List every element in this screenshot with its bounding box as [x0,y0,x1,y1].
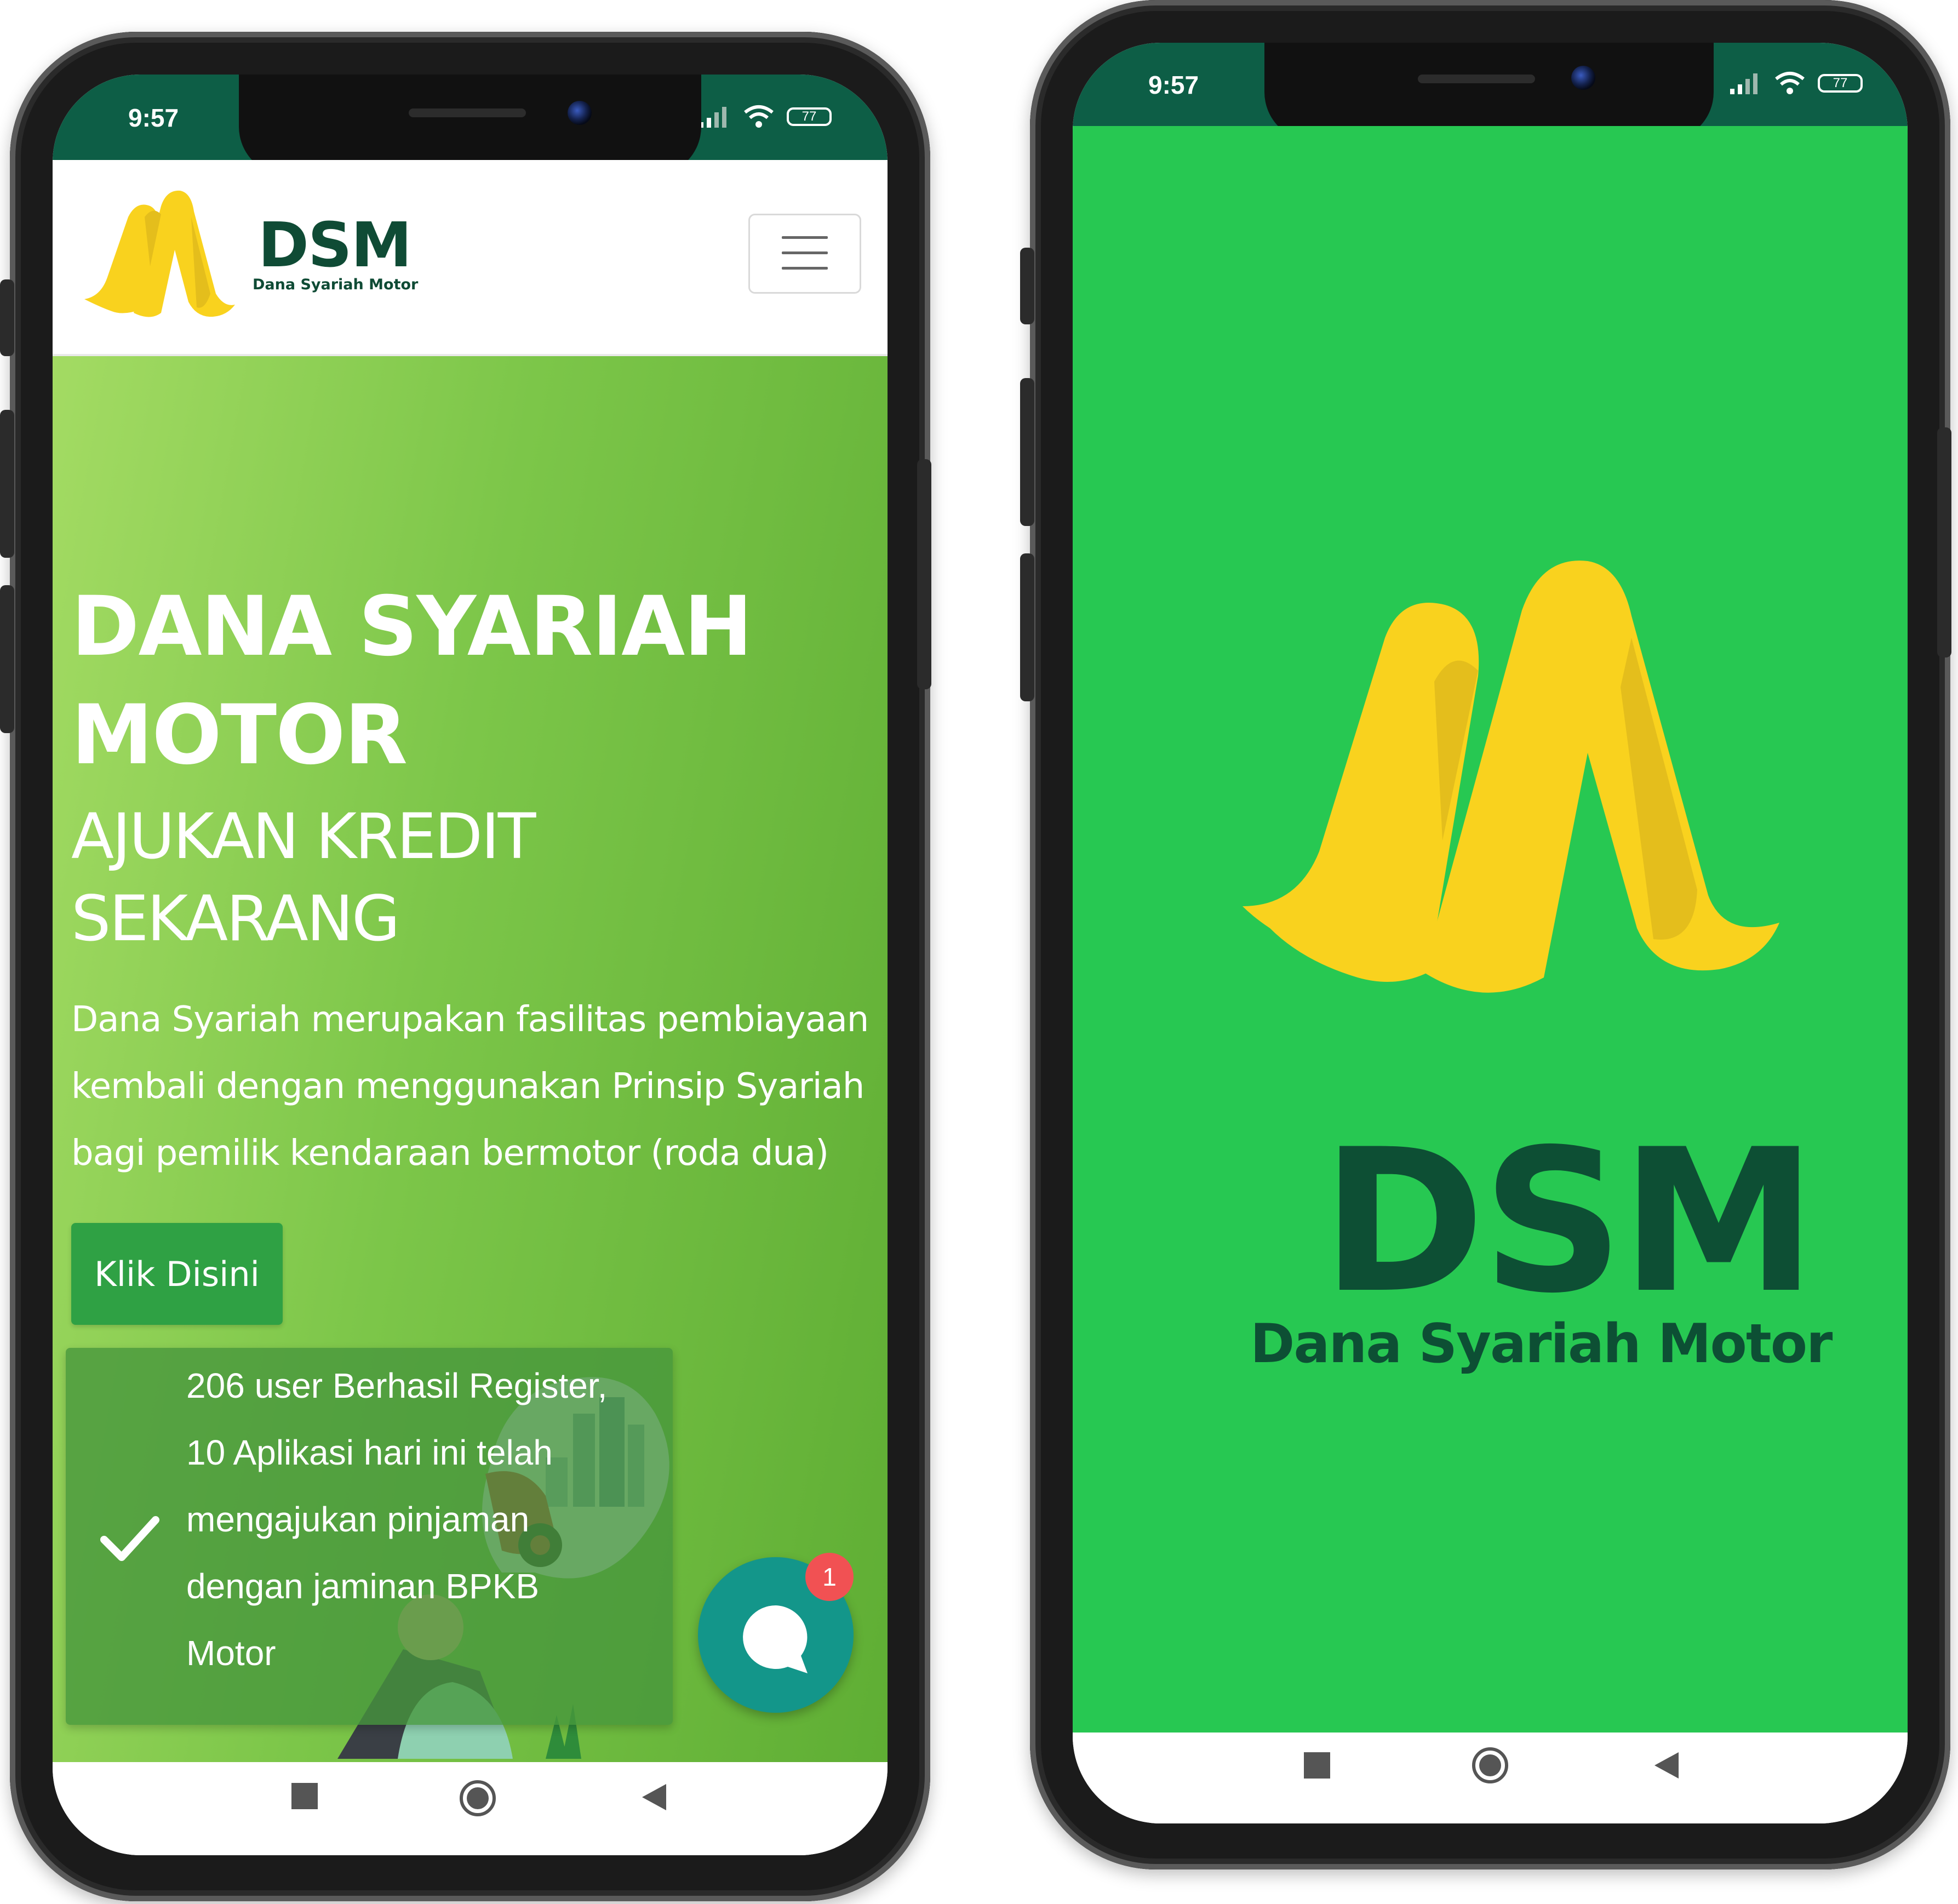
klik-disini-button[interactable]: Klik Disini [71,1223,283,1325]
hero-subtitle-line1: AJUKAN KREDIT [71,800,536,873]
chat-badge: 1 [805,1553,854,1601]
menu-icon-line [782,267,828,270]
menu-icon-line [782,251,828,254]
hamburger-menu-button[interactable] [748,214,861,294]
side-button-1 [0,279,14,356]
side-button-2 [1020,378,1034,526]
recent-apps-button[interactable] [291,1783,318,1809]
side-button-3 [1020,553,1034,701]
toast-line1: 206 user Berhasil Register, [186,1366,608,1405]
chat-button[interactable]: 1 [698,1553,854,1713]
power-button [1937,427,1951,657]
left-screen: 9:57 77 DSM Dana Syariah Motor DANA SYAR… [53,75,888,1855]
splash-subtitle: Dana Syariah Motor [1250,1313,1833,1375]
status-time: 9:57 [1148,71,1199,99]
signal-icon [1730,73,1757,94]
hero-title-line1: DANA SYARIAH [71,579,753,674]
left-phone: 9:57 77 DSM Dana Syariah Motor DANA SYAR… [0,32,931,1901]
chat-bubble-icon [743,1605,808,1673]
hero-desc-line2: kembali dengan menggunakan Prinsip Syari… [71,1066,865,1107]
hero-desc-line3: bagi pemilik kendaraan bermotor (roda du… [71,1133,829,1174]
home-button[interactable] [458,1779,497,1818]
toast-line4: dengan jaminan BPKB [186,1566,539,1606]
wifi-icon [744,105,774,128]
side-button-3 [0,585,14,733]
check-icon [100,1516,159,1561]
registration-toast: 206 user Berhasil Register, 10 Aplikasi … [66,1348,673,1725]
battery-icon: 77 [787,107,832,126]
signal-icon [699,107,726,128]
splash-title: DSM [1321,1107,1817,1336]
brand-subtitle: Dana Syariah Motor [253,276,419,293]
hero-subtitle-line2: SEKARANG [71,882,400,955]
wifi-icon [1775,72,1805,94]
android-nav-bar [53,1762,888,1855]
hero-desc-line1: Dana Syariah merupakan fasilitas pembiay… [71,999,869,1040]
brand-title: DSM [258,210,412,281]
right-phone: 9:57 77 DSM Dana Syariah Motor [1020,0,1951,1869]
side-button-2 [0,410,14,558]
speaker [1418,75,1535,83]
android-nav-bar [1073,1733,1908,1823]
right-screen: 9:57 77 DSM Dana Syariah Motor [1073,43,1908,1823]
back-button[interactable] [640,1782,668,1812]
splash-screen: DSM Dana Syariah Motor [1073,126,1908,1733]
site-header: DSM Dana Syariah Motor [53,160,888,356]
dsm-logo-icon [1243,561,1779,993]
back-button[interactable] [1652,1750,1681,1781]
power-button [917,459,931,689]
hero-section: DANA SYARIAH MOTOR AJUKAN KREDIT SEKARAN… [53,356,888,1762]
menu-icon [782,236,828,239]
recent-apps-button[interactable] [1304,1752,1330,1779]
home-button[interactable] [1470,1746,1510,1785]
hero-title-line2: MOTOR [71,688,408,783]
status-icons: 77 [1729,71,1863,95]
side-button-1 [1020,248,1034,324]
status-icons: 77 [698,105,832,129]
front-camera [568,101,592,125]
front-camera [1571,66,1595,90]
battery-icon: 77 [1818,74,1863,93]
dsm-logo-icon[interactable] [79,184,238,327]
toast-line2: 10 Aplikasi hari ini telah [186,1433,553,1472]
toast-line5: Motor [186,1633,276,1673]
toast-line3: mengajukan pinjaman [186,1500,530,1539]
status-time: 9:57 [128,104,179,132]
speaker [409,108,526,117]
